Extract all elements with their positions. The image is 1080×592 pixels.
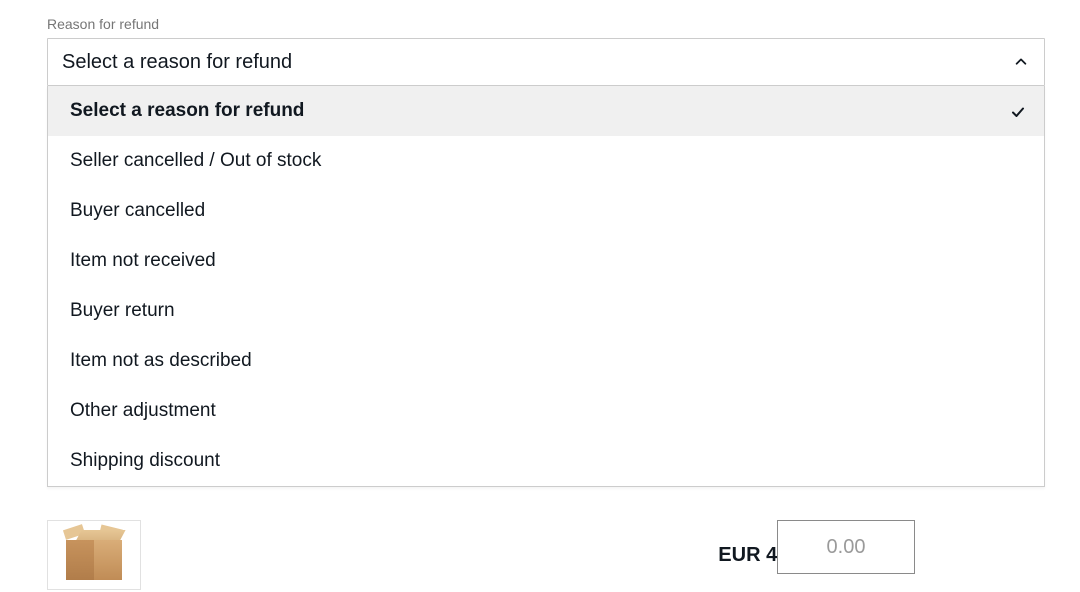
option-buyer-return[interactable]: Buyer return (48, 286, 1044, 336)
option-label: Other adjustment (70, 400, 216, 421)
check-icon (1010, 103, 1026, 119)
option-label: Select a reason for refund (70, 100, 304, 121)
option-label: Buyer cancelled (70, 200, 205, 221)
option-label: Seller cancelled / Out of stock (70, 150, 321, 171)
line-item-row: EUR 4.00 (47, 520, 1045, 590)
option-other-adjustment[interactable]: Other adjustment (48, 386, 1044, 436)
option-shipping-discount[interactable]: Shipping discount (48, 436, 1044, 486)
option-label: Buyer return (70, 300, 175, 321)
option-item-not-received[interactable]: Item not received (48, 236, 1044, 286)
refund-amount-input[interactable] (777, 520, 915, 574)
refund-reason-dropdown: Select a reason for refund Seller cancel… (47, 86, 1045, 487)
refund-reason-field: Reason for refund Select a reason for re… (47, 16, 1045, 86)
option-label: Item not received (70, 250, 216, 271)
box-icon (66, 530, 122, 584)
field-label: Reason for refund (47, 16, 1045, 32)
option-seller-cancelled[interactable]: Seller cancelled / Out of stock (48, 136, 1044, 186)
refund-reason-select-trigger[interactable]: Select a reason for refund (47, 38, 1045, 86)
option-item-not-as-described[interactable]: Item not as described (48, 336, 1044, 386)
option-placeholder[interactable]: Select a reason for refund (48, 86, 1044, 136)
option-label: Shipping discount (70, 450, 220, 471)
option-label: Item not as described (70, 350, 252, 371)
refund-reason-select: Select a reason for refund Select a reas… (47, 38, 1045, 86)
selected-value: Select a reason for refund (62, 51, 292, 73)
option-buyer-cancelled[interactable]: Buyer cancelled (48, 186, 1044, 236)
chevron-up-icon (1014, 55, 1028, 69)
item-thumbnail (47, 520, 141, 590)
